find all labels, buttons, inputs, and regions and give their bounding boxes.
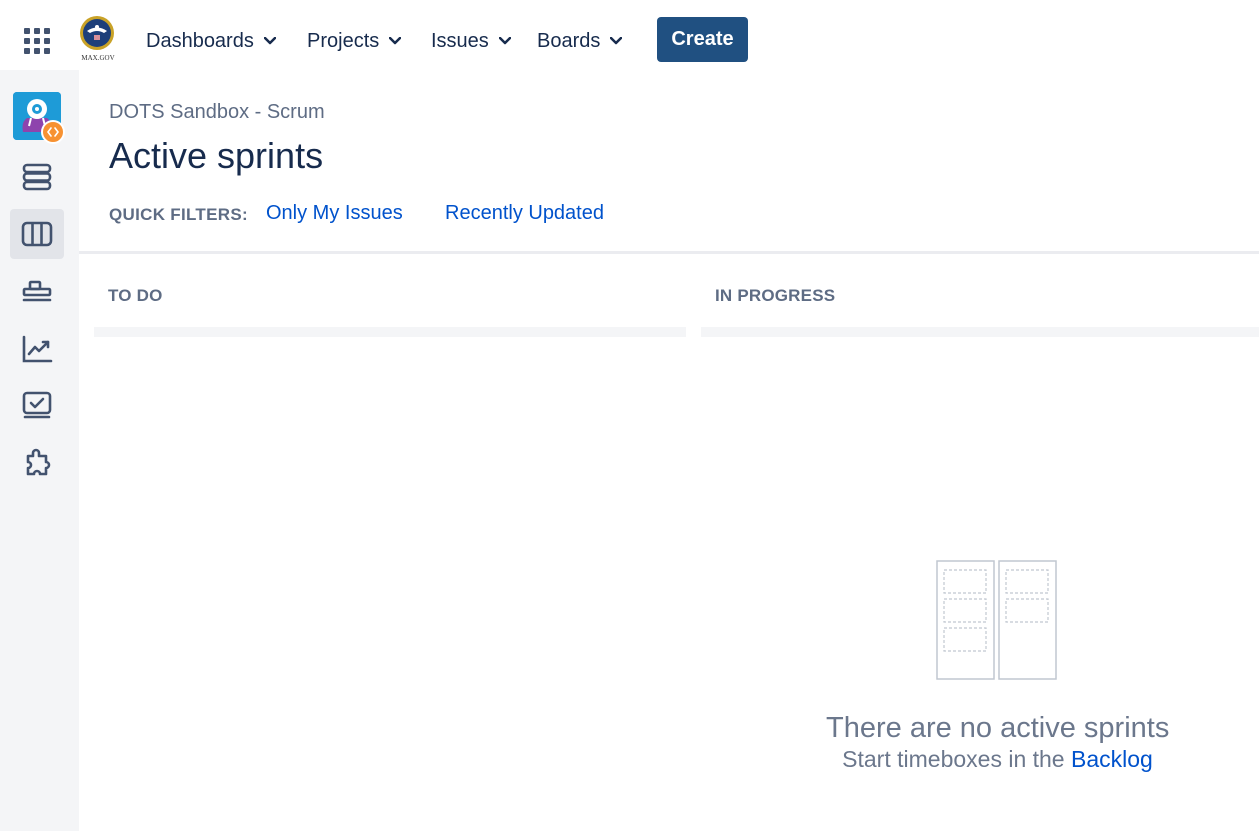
quick-filter-recently-updated[interactable]: Recently Updated	[445, 202, 604, 225]
nav-projects[interactable]: Projects	[307, 25, 402, 57]
ship-icon	[22, 280, 52, 302]
backlog-icon	[22, 163, 52, 191]
column-in-progress	[701, 327, 1259, 337]
empty-state-title: There are no active sprints	[826, 712, 1170, 744]
chevron-down-icon	[389, 37, 402, 45]
project-avatar[interactable]	[13, 92, 65, 144]
column-header-to-do: TO DO	[108, 286, 163, 305]
nav-boards[interactable]: Boards	[537, 25, 623, 57]
empty-state-subtitle: Start timeboxes in the Backlog	[836, 746, 1159, 773]
sidebar-item-reports[interactable]	[10, 324, 64, 374]
create-button[interactable]: Create	[657, 17, 748, 62]
sidebar-item-board[interactable]	[10, 209, 64, 259]
app-switcher-icon[interactable]	[24, 28, 50, 54]
puzzle-icon	[26, 448, 51, 476]
project-sidebar	[0, 70, 79, 831]
nav-projects-label: Projects	[307, 29, 380, 52]
sidebar-item-releases[interactable]	[10, 267, 64, 317]
chevron-down-icon	[610, 37, 623, 45]
nav-dashboards-label: Dashboards	[146, 29, 254, 52]
chevron-down-icon	[498, 37, 511, 45]
sidebar-item-backlog[interactable]	[10, 152, 64, 202]
nav-dashboards[interactable]: Dashboards	[146, 25, 276, 57]
nav-issues[interactable]: Issues	[431, 25, 511, 57]
column-header-in-progress: IN PROGRESS	[715, 286, 836, 305]
reports-chart-icon	[22, 335, 53, 363]
code-badge-icon	[41, 120, 65, 144]
page-title: Active sprints	[109, 135, 324, 176]
nav-boards-label: Boards	[537, 29, 601, 52]
sidebar-item-issues[interactable]	[10, 381, 64, 431]
column-to-do	[94, 327, 686, 337]
issues-checklist-icon	[22, 391, 52, 419]
header-divider	[79, 251, 1259, 254]
quick-filter-only-my-issues[interactable]: Only My Issues	[266, 202, 403, 225]
board-icon	[21, 221, 53, 247]
sidebar-item-add-ons[interactable]	[10, 439, 64, 489]
logo-text: MAX.GOV	[81, 54, 115, 62]
empty-board-illustration	[936, 560, 1058, 681]
top-navigation: MAX.GOV Dashboards Projects Issues Board…	[0, 0, 1259, 70]
breadcrumb[interactable]: DOTS Sandbox - Scrum	[109, 101, 325, 124]
chevron-down-icon	[263, 37, 276, 45]
empty-state-subtitle-text: Start timeboxes in the	[842, 746, 1065, 772]
quick-filters-label: QUICK FILTERS:	[109, 205, 248, 224]
max-gov-logo[interactable]: MAX.GOV	[78, 14, 118, 64]
backlog-link[interactable]: Backlog	[1071, 746, 1153, 772]
nav-issues-label: Issues	[431, 29, 489, 52]
